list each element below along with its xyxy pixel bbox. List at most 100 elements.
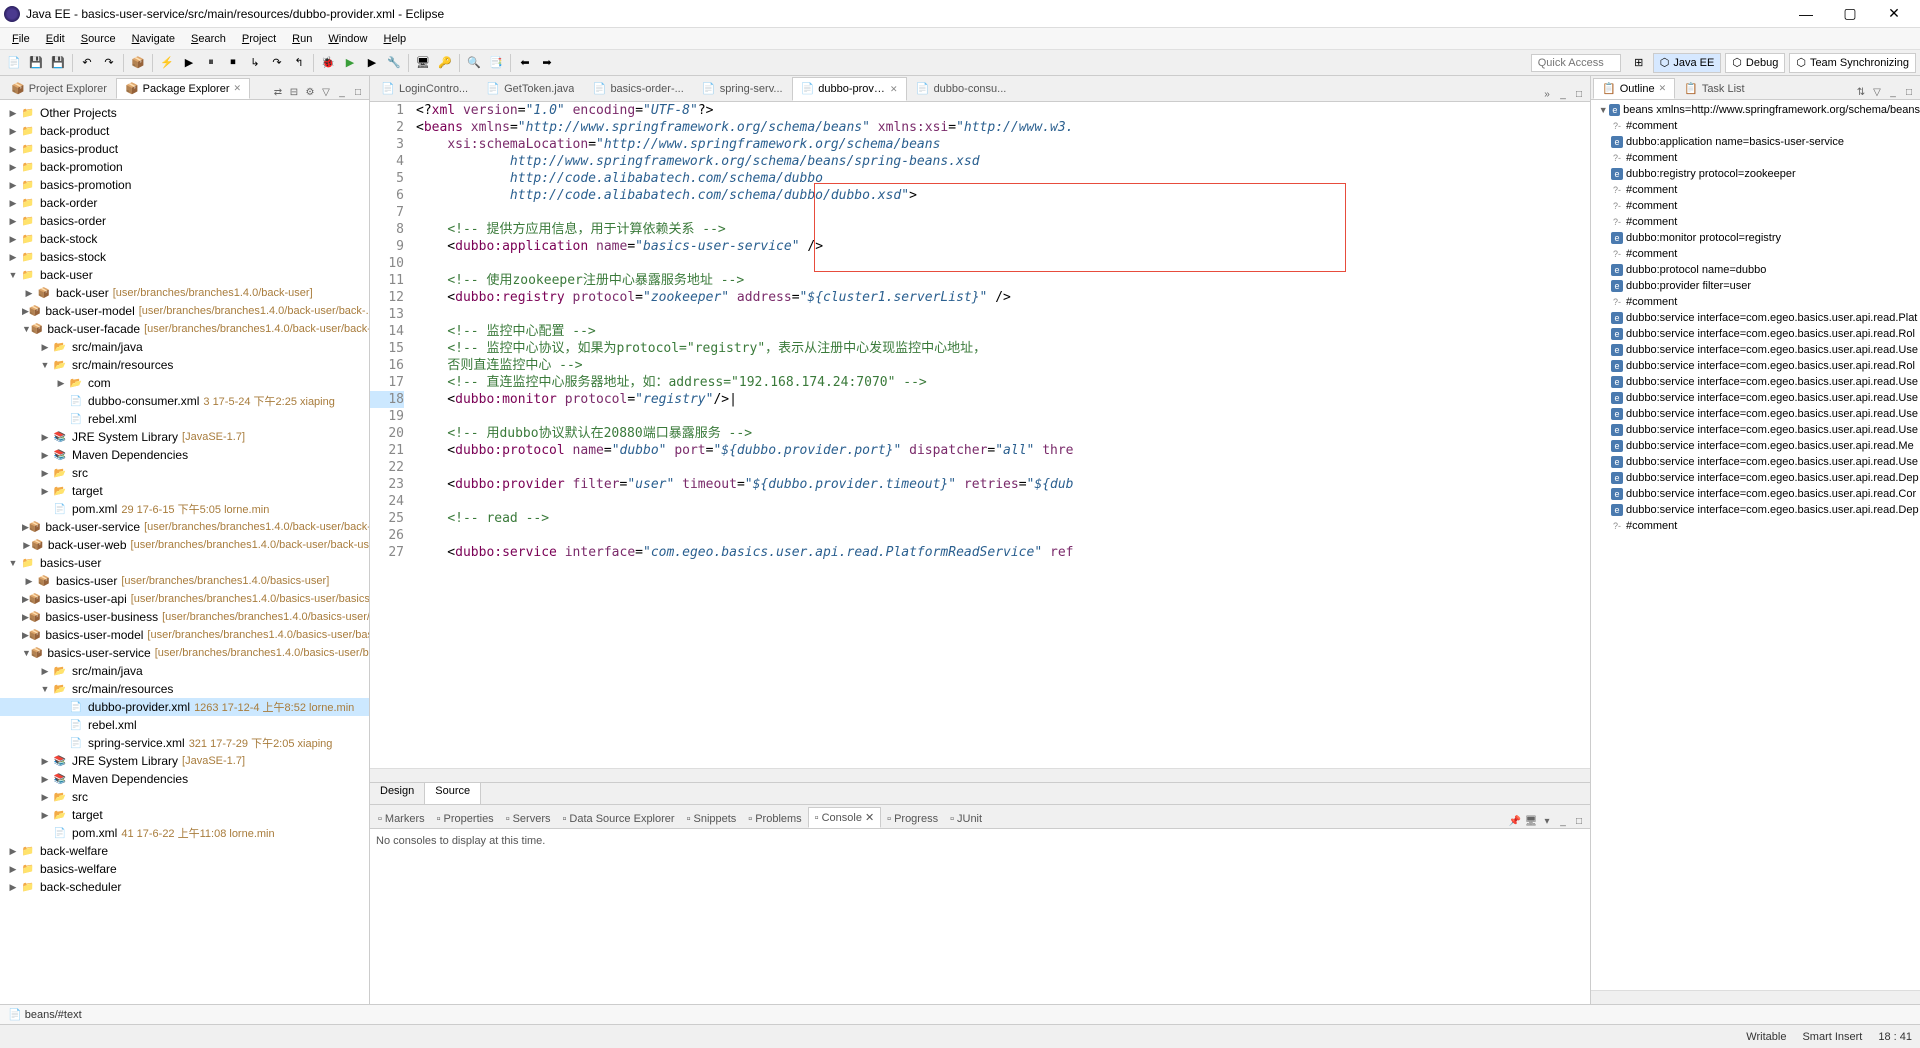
outline-item[interactable]: ?-#comment xyxy=(1591,518,1920,534)
tree-item[interactable]: ▶📁basics-promotion xyxy=(0,176,369,194)
forward-button[interactable]: ➡ xyxy=(537,53,557,73)
new-rsa-button[interactable]: 🔑 xyxy=(435,53,455,73)
outline-item[interactable]: ?-#comment xyxy=(1591,214,1920,230)
tree-item[interactable]: ▶📦back-user[user/branches/branches1.4.0/… xyxy=(0,284,369,302)
tree-item[interactable]: ▶📂target xyxy=(0,806,369,824)
outline-item[interactable]: edubbo:monitor protocol=registry xyxy=(1591,230,1920,246)
tree-item[interactable]: ▶📁basics-order xyxy=(0,212,369,230)
outline-item[interactable]: edubbo:service interface=com.egeo.basics… xyxy=(1591,438,1920,454)
new-button[interactable]: 📄 xyxy=(4,53,24,73)
outline-item[interactable]: ?-#comment xyxy=(1591,182,1920,198)
tree-item[interactable]: ▼📂src/main/resources xyxy=(0,680,369,698)
save-all-button[interactable]: 💾 xyxy=(48,53,68,73)
save-button[interactable]: 💾 xyxy=(26,53,46,73)
tree-item[interactable]: ▶📦basics-user-model[user/branches/branch… xyxy=(0,626,369,644)
console-tab-data-source-explorer[interactable]: ▫Data Source Explorer xyxy=(557,810,681,828)
open-console-icon[interactable]: ▾ xyxy=(1540,814,1554,828)
annotation-button[interactable]: 📑 xyxy=(486,53,506,73)
console-tab-junit[interactable]: ▫JUnit xyxy=(944,810,988,828)
outline-item[interactable]: edubbo:application name=basics-user-serv… xyxy=(1591,134,1920,150)
minimize-icon[interactable]: _ xyxy=(335,85,349,99)
tree-item[interactable]: ▶📂com xyxy=(0,374,369,392)
outline-item[interactable]: edubbo:service interface=com.egeo.basics… xyxy=(1591,374,1920,390)
outline-item[interactable]: edubbo:protocol name=dubbo xyxy=(1591,262,1920,278)
tree-item[interactable]: ▶📁basics-welfare xyxy=(0,860,369,878)
maximize-icon[interactable]: □ xyxy=(351,85,365,99)
view-menu-icon[interactable]: ▽ xyxy=(319,85,333,99)
open-type-button[interactable]: 📦 xyxy=(128,53,148,73)
open-perspective-icon[interactable]: ⊞ xyxy=(1629,53,1649,73)
editor-tab[interactable]: 📄basics-order-... xyxy=(583,77,692,101)
perspective-debug[interactable]: ⬡Debug xyxy=(1725,53,1785,73)
outline-menu-icon[interactable]: ▽ xyxy=(1870,85,1884,99)
sort-icon[interactable]: ⇅ xyxy=(1854,85,1868,99)
tree-item[interactable]: ▶📁back-order xyxy=(0,194,369,212)
outline-item[interactable]: edubbo:service interface=com.egeo.basics… xyxy=(1591,342,1920,358)
console-maximize-icon[interactable]: □ xyxy=(1572,814,1586,828)
tree-item[interactable]: ▼📁back-user xyxy=(0,266,369,284)
editor-tab[interactable]: 📄spring-serv... xyxy=(693,77,792,101)
outline-tree[interactable]: ▼ebeans xmlns=http://www.springframework… xyxy=(1591,100,1920,990)
tree-item[interactable]: 📄rebel.xml xyxy=(0,716,369,734)
outline-item[interactable]: edubbo:service interface=com.egeo.basics… xyxy=(1591,486,1920,502)
tab-task-list[interactable]: 📋Task List xyxy=(1675,78,1754,99)
editor-maximize-icon[interactable]: □ xyxy=(1572,87,1586,101)
editor-area[interactable]: 1234567891011121314151617181920212223242… xyxy=(370,102,1590,768)
pin-console-icon[interactable]: 📌 xyxy=(1508,814,1522,828)
perspective-java-ee[interactable]: ⬡Java EE xyxy=(1653,53,1722,73)
editor-tab[interactable]: 📄GetToken.java xyxy=(477,77,583,101)
outline-item[interactable]: ?-#comment xyxy=(1591,294,1920,310)
debug-button[interactable]: 🐞 xyxy=(318,53,338,73)
tree-item[interactable]: ▶📁back-scheduler xyxy=(0,878,369,896)
skip-breakpoints-button[interactable]: ⚡ xyxy=(157,53,177,73)
outline-item[interactable]: edubbo:service interface=com.egeo.basics… xyxy=(1591,390,1920,406)
tree-item[interactable]: ▶📂src xyxy=(0,464,369,482)
tree-item[interactable]: ▶📂src/main/java xyxy=(0,662,369,680)
tree-item[interactable]: ▶📦basics-user-api[user/branches/branches… xyxy=(0,590,369,608)
resume-button[interactable]: ▶ xyxy=(179,53,199,73)
ext-tools-button[interactable]: 🔧 xyxy=(384,53,404,73)
console-tab-servers[interactable]: ▫Servers xyxy=(500,810,557,828)
console-tab-progress[interactable]: ▫Progress xyxy=(881,810,944,828)
editor-tab[interactable]: 📄dubbo-consu... xyxy=(907,77,1016,101)
editor-tab[interactable]: 📄LoginContro... xyxy=(372,77,477,101)
console-tab-snippets[interactable]: ▫Snippets xyxy=(681,810,743,828)
outline-item[interactable]: ?-#comment xyxy=(1591,118,1920,134)
tree-item[interactable]: ▶📚JRE System Library[JavaSE-1.7] xyxy=(0,752,369,770)
quick-access-input[interactable] xyxy=(1531,54,1621,72)
menu-project[interactable]: Project xyxy=(234,31,284,47)
console-tab-console[interactable]: ▫Console ✕ xyxy=(808,807,881,828)
tree-item[interactable]: ▶📚Maven Dependencies xyxy=(0,770,369,788)
link-editor-icon[interactable]: ⇄ xyxy=(271,85,285,99)
undo-button[interactable]: ↶ xyxy=(77,53,97,73)
tab-project-explorer[interactable]: 📦Project Explorer xyxy=(2,78,116,99)
tab-package-explorer[interactable]: 📦Package Explorer ✕ xyxy=(116,78,250,99)
search-button[interactable]: 🔍 xyxy=(464,53,484,73)
outline-item[interactable]: edubbo:provider filter=user xyxy=(1591,278,1920,294)
tree-item[interactable]: ▶📁back-welfare xyxy=(0,842,369,860)
tree-item[interactable]: 📄spring-service.xml321 17-7-29 下午2:05 xi… xyxy=(0,734,369,752)
outline-scrollbar[interactable] xyxy=(1591,990,1920,1004)
tree-item[interactable]: ▶📦basics-user-business[user/branches/bra… xyxy=(0,608,369,626)
menu-help[interactable]: Help xyxy=(376,31,415,47)
editor-minimize-icon[interactable]: _ xyxy=(1556,87,1570,101)
tab-outline[interactable]: 📋Outline ✕ xyxy=(1593,78,1675,99)
outline-item[interactable]: edubbo:registry protocol=zookeeper xyxy=(1591,166,1920,182)
outline-item[interactable]: ▼ebeans xmlns=http://www.springframework… xyxy=(1591,102,1920,118)
tree-item[interactable]: ▶📁Other Projects xyxy=(0,104,369,122)
tree-item[interactable]: ▶📚Maven Dependencies xyxy=(0,446,369,464)
tree-item[interactable]: ▶📂src/main/java xyxy=(0,338,369,356)
tree-item[interactable]: ▶📂src xyxy=(0,788,369,806)
tree-item[interactable]: ▼📁basics-user xyxy=(0,554,369,572)
menu-source[interactable]: Source xyxy=(73,31,124,47)
menu-file[interactable]: File xyxy=(4,31,38,47)
tree-item[interactable]: 📄pom.xml41 17-6-22 上午11:08 lorne.min xyxy=(0,824,369,842)
step-into-button[interactable]: ↳ xyxy=(245,53,265,73)
tree-item[interactable]: ▶📚JRE System Library[JavaSE-1.7] xyxy=(0,428,369,446)
step-over-button[interactable]: ↷ xyxy=(267,53,287,73)
menu-edit[interactable]: Edit xyxy=(38,31,73,47)
outline-maximize-icon[interactable]: □ xyxy=(1902,85,1916,99)
outline-item[interactable]: edubbo:service interface=com.egeo.basics… xyxy=(1591,358,1920,374)
tree-item[interactable]: ▶📂target xyxy=(0,482,369,500)
source-tab[interactable]: Source xyxy=(425,783,481,804)
